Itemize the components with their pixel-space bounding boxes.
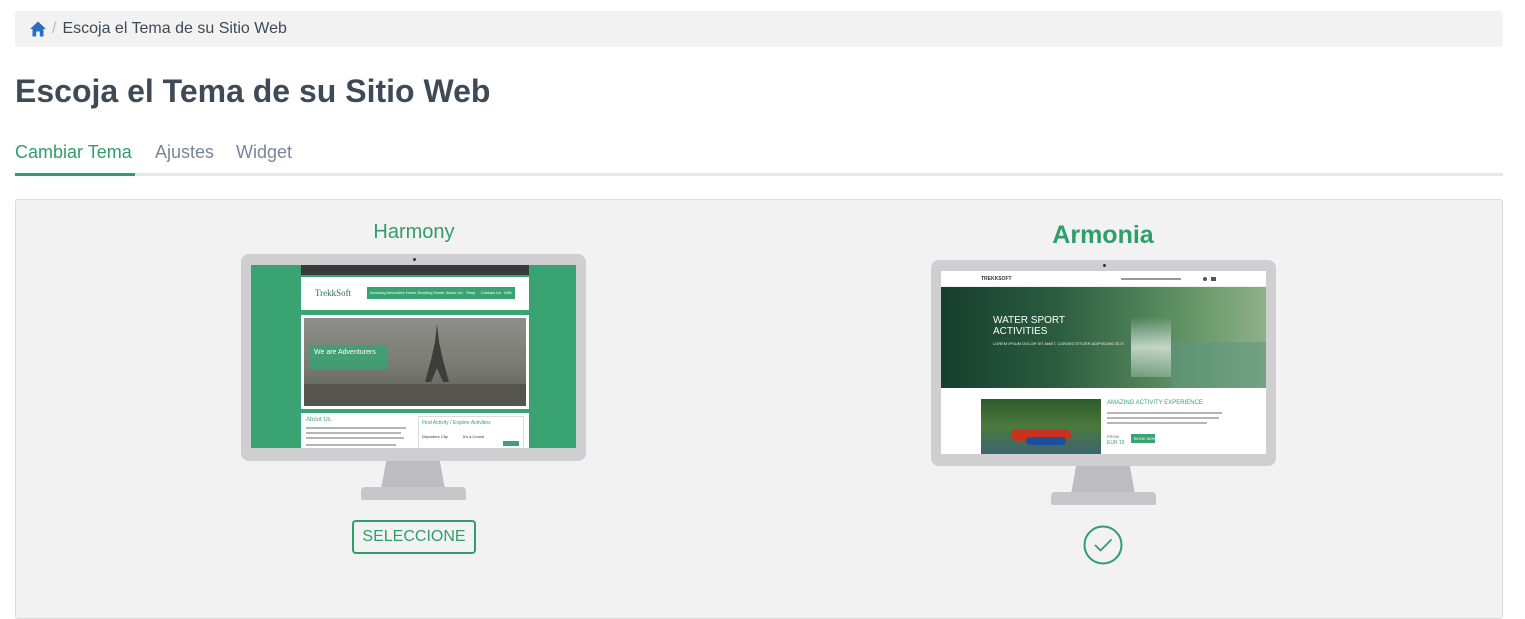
home-icon[interactable] <box>29 20 47 38</box>
harmony-monitor-base <box>361 487 466 500</box>
harmony-monitor-stand <box>381 461 445 489</box>
theme-name-harmony: Harmony <box>373 221 455 243</box>
monitor-camera <box>412 258 416 261</box>
breadcrumb-current: Escoja el Tema de su Sitio Web <box>62 20 287 37</box>
theme-name-armonia: Armonia <box>1052 221 1154 249</box>
breadcrumb-separator: / <box>52 20 57 37</box>
harmony-preview-screen: TrekkSoft Amazing Adventure Home Booking… <box>251 265 576 448</box>
monitor-camera <box>1102 264 1106 267</box>
selected-check-icon <box>1083 525 1123 565</box>
tab-cambiar-tema[interactable]: Cambiar Tema <box>15 142 132 163</box>
themes-panel: Harmony TrekkSoft Amazing Adventure Home… <box>15 199 1503 619</box>
armonia-preview-logo: TREKKSOFT <box>981 276 1012 282</box>
tab-bar-divider <box>15 173 1503 176</box>
tab-widget[interactable]: Widget <box>236 142 292 163</box>
breadcrumb: / Escoja el Tema de su Sitio Web <box>15 11 1503 47</box>
armonia-preview-hero-line1: WATER SPORT <box>993 315 1066 326</box>
harmony-preview-logo: TrekkSoft <box>315 288 352 298</box>
active-tab-indicator <box>15 173 135 176</box>
harmony-preview-hero-title: We are Adventurers <box>314 349 376 356</box>
armonia-preview-hero-line2: ACTIVITIES <box>993 326 1048 337</box>
tab-ajustes[interactable]: Ajustes <box>155 142 214 163</box>
select-theme-harmony-button[interactable]: SELECCIONE <box>352 520 476 554</box>
harmony-preview-monitor[interactable]: TrekkSoft Amazing Adventure Home Booking… <box>241 254 586 461</box>
armonia-monitor-base <box>1051 492 1156 505</box>
tab-bar: Cambiar Tema Ajustes Widget <box>15 138 1503 176</box>
page-title: Escoja el Tema de su Sitio Web <box>15 73 491 109</box>
armonia-preview-monitor[interactable]: TREKKSOFT WATER SPORT ACTIVITIES LOREM I… <box>931 260 1276 466</box>
armonia-monitor-stand <box>1071 466 1135 494</box>
armonia-preview-screen: TREKKSOFT WATER SPORT ACTIVITIES LOREM I… <box>941 271 1266 454</box>
